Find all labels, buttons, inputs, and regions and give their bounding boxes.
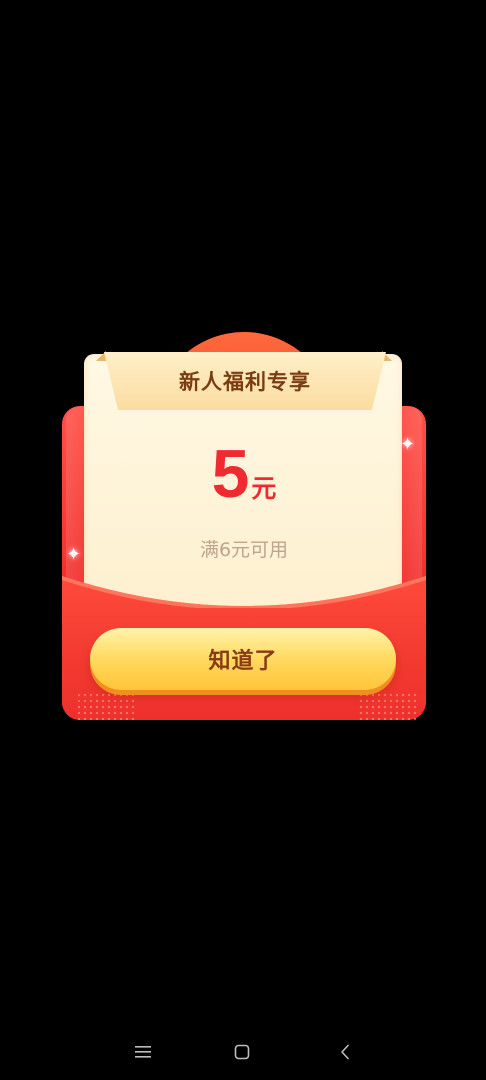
modal-title: 新人福利专享 <box>179 370 311 394</box>
amount-value: 5 <box>211 436 250 512</box>
home-icon[interactable] <box>230 1040 254 1064</box>
sparkle-icon: ✦ <box>400 434 416 455</box>
decorative-dots <box>76 692 136 722</box>
usage-condition: 满6元可用 <box>199 539 289 561</box>
red-envelope-modal: 新人福利专享 5元 满6元可用 知道了 <box>62 330 426 722</box>
back-icon[interactable] <box>333 1040 357 1064</box>
menu-icon[interactable] <box>131 1040 155 1064</box>
title-ribbon: 新人福利专享 <box>104 352 386 410</box>
system-nav-bar <box>0 1030 486 1074</box>
amount-unit: 元 <box>251 475 277 503</box>
sparkle-icon: ✦ <box>66 544 82 565</box>
decorative-dots <box>358 692 418 722</box>
confirm-button[interactable]: 知道了 <box>90 628 396 690</box>
coupon-amount: 5元 <box>62 440 426 508</box>
